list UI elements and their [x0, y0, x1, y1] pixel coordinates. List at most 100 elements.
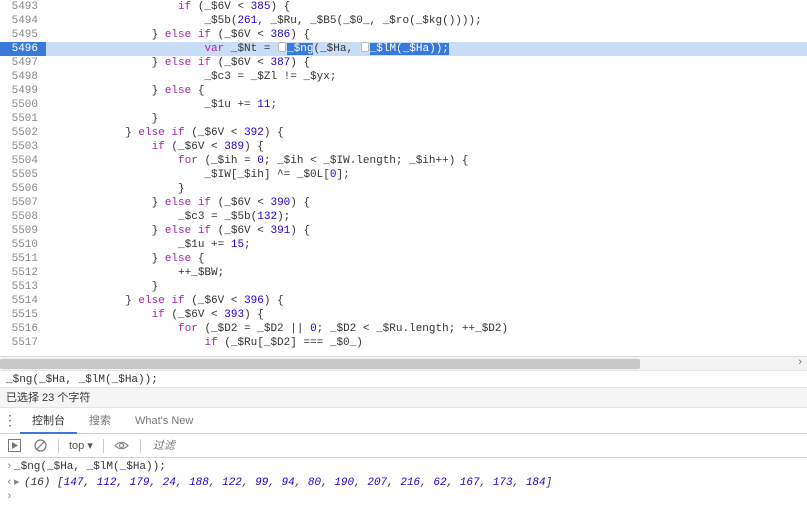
line-number: 5500 — [0, 98, 46, 112]
separator — [103, 439, 104, 453]
breadcrumb: _$ng(_$Ha, _$lM(_$Ha)); — [0, 370, 807, 388]
code-content: } else if (_$6V < 387) { — [46, 56, 807, 70]
code-line[interactable]: 5496 var _$Nt = _$ng(_$Ha, _$lM(_$Ha)); — [0, 42, 807, 56]
line-number: 5513 — [0, 280, 46, 294]
console-result-line[interactable]: ‹▸(16) [147, 112, 179, 24, 188, 122, 99,… — [0, 474, 807, 490]
code-editor[interactable]: 5493 if (_$6V < 385) {5494 _$5b(261, _$R… — [0, 0, 807, 356]
line-number: 5499 — [0, 84, 46, 98]
code-line[interactable]: 5516 for (_$D2 = _$D2 || 0; _$D2 < _$Ru.… — [0, 322, 807, 336]
code-content: _$5b(261, _$Ru, _$B5(_$0_, _$ro(_$kg()))… — [46, 14, 807, 28]
code-line[interactable]: 5501 } — [0, 112, 807, 126]
code-content: } else if (_$6V < 391) { — [46, 224, 807, 238]
code-content: } else if (_$6V < 386) { — [46, 28, 807, 42]
tab-whats-new[interactable]: What's New — [123, 408, 205, 434]
code-line[interactable]: 5497 } else if (_$6V < 387) { — [0, 56, 807, 70]
code-content: } else { — [46, 252, 807, 266]
code-content: var _$Nt = _$ng(_$Ha, _$lM(_$Ha)); — [46, 42, 807, 56]
code-line[interactable]: 5513 } — [0, 280, 807, 294]
line-number: 5494 — [0, 14, 46, 28]
line-number: 5507 — [0, 196, 46, 210]
drawer-tabs: ⋮ 控制台 搜索 What's New — [0, 408, 807, 434]
console-input-line: ›_$ng(_$Ha, _$lM(_$Ha)); — [0, 460, 807, 474]
code-content: if (_$Ru[_$D2] === _$0_) — [46, 336, 807, 350]
code-content: } else if (_$6V < 390) { — [46, 196, 807, 210]
status-bar: 已选择 23 个字符 — [0, 388, 807, 408]
code-content: if (_$6V < 393) { — [46, 308, 807, 322]
clear-console-icon[interactable] — [32, 438, 48, 454]
code-line[interactable]: 5509 } else if (_$6V < 391) { — [0, 224, 807, 238]
line-number: 5503 — [0, 140, 46, 154]
code-line[interactable]: 5495 } else if (_$6V < 386) { — [0, 28, 807, 42]
line-number: 5497 — [0, 56, 46, 70]
match-marker-icon — [278, 42, 286, 52]
code-line[interactable]: 5499 } else { — [0, 84, 807, 98]
code-line[interactable]: 5517 if (_$Ru[_$D2] === _$0_) — [0, 336, 807, 350]
code-content: } — [46, 280, 807, 294]
line-number: 5515 — [0, 308, 46, 322]
horizontal-scrollbar[interactable]: › — [0, 356, 807, 370]
separator — [140, 439, 141, 453]
input-caret-icon: › — [6, 461, 14, 473]
line-number: 5505 — [0, 168, 46, 182]
code-content: _$1u += 11; — [46, 98, 807, 112]
code-line[interactable]: 5507 } else if (_$6V < 390) { — [0, 196, 807, 210]
result-array: [147, 112, 179, 24, 188, 122, 99, 94, 80… — [57, 477, 552, 489]
code-line[interactable]: 5511 } else { — [0, 252, 807, 266]
code-content: if (_$6V < 389) { — [46, 140, 807, 154]
chevron-down-icon: ▾ — [87, 440, 93, 452]
expand-triangle-icon[interactable]: ▸ — [14, 475, 24, 489]
result-length: (16) — [24, 477, 50, 489]
line-number: 5496 — [0, 42, 46, 56]
separator — [58, 439, 59, 453]
line-number: 5517 — [0, 336, 46, 350]
code-content: } — [46, 182, 807, 196]
kebab-menu-icon[interactable]: ⋮ — [0, 412, 20, 429]
console-input-text: _$ng(_$Ha, _$lM(_$Ha)); — [14, 461, 166, 473]
line-number: 5506 — [0, 182, 46, 196]
code-line[interactable]: 5515 if (_$6V < 393) { — [0, 308, 807, 322]
code-line[interactable]: 5494 _$5b(261, _$Ru, _$B5(_$0_, _$ro(_$k… — [0, 14, 807, 28]
line-number: 5508 — [0, 210, 46, 224]
tab-console[interactable]: 控制台 — [20, 408, 77, 434]
filter-input[interactable] — [151, 439, 801, 453]
code-content: _$c3 = _$Zl != _$yx; — [46, 70, 807, 84]
input-caret-icon: › — [6, 491, 14, 503]
code-line[interactable]: 5504 for (_$ih = 0; _$ih < _$IW.length; … — [0, 154, 807, 168]
console-prompt[interactable]: › — [0, 490, 807, 504]
line-number: 5509 — [0, 224, 46, 238]
line-number: 5498 — [0, 70, 46, 84]
scrollbar-thumb[interactable] — [0, 359, 640, 369]
code-line[interactable]: 5500 _$1u += 11; — [0, 98, 807, 112]
play-icon[interactable] — [6, 438, 22, 454]
line-number: 5510 — [0, 238, 46, 252]
code-content: if (_$6V < 385) { — [46, 0, 807, 14]
line-number: 5495 — [0, 28, 46, 42]
line-number: 5504 — [0, 154, 46, 168]
code-line[interactable]: 5508 _$c3 = _$5b(132); — [0, 210, 807, 224]
scrollbar-right-arrow-icon[interactable]: › — [793, 357, 807, 371]
console-output[interactable]: ›_$ng(_$Ha, _$lM(_$Ha)); ‹▸(16) [147, 11… — [0, 458, 807, 506]
code-line[interactable]: 5510 _$1u += 15; — [0, 238, 807, 252]
code-content: } else if (_$6V < 392) { — [46, 126, 807, 140]
context-label: top — [69, 440, 84, 452]
eye-icon[interactable] — [114, 438, 130, 454]
context-selector[interactable]: top ▾ — [69, 439, 93, 452]
code-content: _$c3 = _$5b(132); — [46, 210, 807, 224]
console-toolbar: top ▾ — [0, 434, 807, 458]
code-content: _$1u += 15; — [46, 238, 807, 252]
line-number: 5514 — [0, 294, 46, 308]
code-line[interactable]: 5506 } — [0, 182, 807, 196]
code-line[interactable]: 5502 } else if (_$6V < 392) { — [0, 126, 807, 140]
code-line[interactable]: 5498 _$c3 = _$Zl != _$yx; — [0, 70, 807, 84]
code-line[interactable]: 5514 } else if (_$6V < 396) { — [0, 294, 807, 308]
line-number: 5516 — [0, 322, 46, 336]
line-number: 5501 — [0, 112, 46, 126]
code-line[interactable]: 5505 _$IW[_$ih] ^= _$0L[0]; — [0, 168, 807, 182]
match-marker-icon — [361, 42, 369, 52]
code-line[interactable]: 5503 if (_$6V < 389) { — [0, 140, 807, 154]
output-caret-icon: ‹ — [6, 477, 14, 489]
tab-search[interactable]: 搜索 — [77, 408, 123, 434]
line-number: 5511 — [0, 252, 46, 266]
code-line[interactable]: 5493 if (_$6V < 385) { — [0, 0, 807, 14]
code-line[interactable]: 5512 ++_$BW; — [0, 266, 807, 280]
